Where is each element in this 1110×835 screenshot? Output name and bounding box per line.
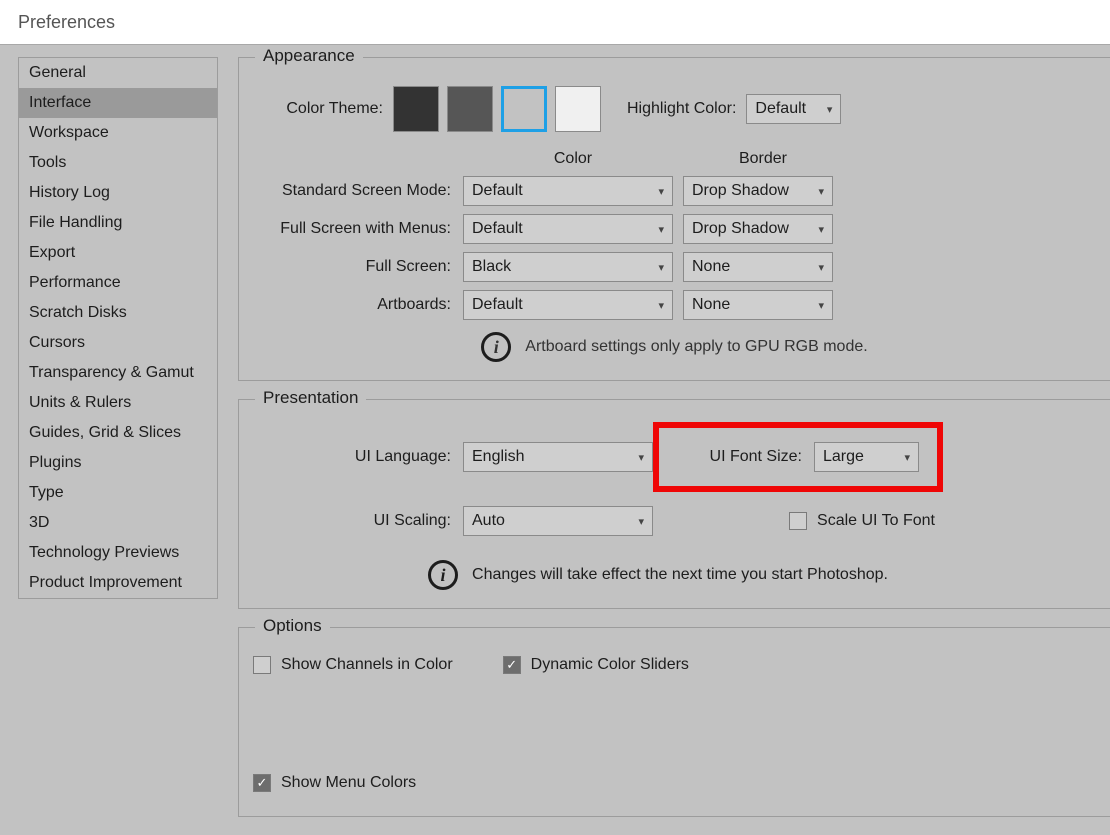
- sidebar-item-file-handling[interactable]: File Handling: [19, 208, 217, 238]
- artboards-label: Artboards:: [253, 296, 463, 314]
- fullscreen-border-value: None: [692, 258, 730, 276]
- presentation-legend: Presentation: [255, 388, 366, 408]
- sidebar-item-export[interactable]: Export: [19, 238, 217, 268]
- sidebar-item-tools[interactable]: Tools: [19, 148, 217, 178]
- show-channels-in-color-label: Show Channels in Color: [281, 656, 453, 674]
- prefs-sidebar: General Interface Workspace Tools Histor…: [18, 57, 218, 599]
- highlight-color-value: Default: [755, 100, 806, 118]
- chevron-down-icon: ▾: [658, 261, 664, 274]
- info-icon: i: [481, 332, 511, 362]
- chevron-down-icon: ▾: [658, 185, 664, 198]
- ui-font-size-select[interactable]: Large ▾: [814, 442, 919, 472]
- ui-scaling-select[interactable]: Auto ▾: [463, 506, 653, 536]
- sidebar-item-interface[interactable]: Interface: [19, 88, 217, 118]
- ui-font-size-highlight: UI Font Size: Large ▾: [653, 422, 943, 492]
- appearance-group: Appearance Color Theme: Highlight Color:…: [238, 57, 1110, 381]
- sidebar-item-units-rulers[interactable]: Units & Rulers: [19, 388, 217, 418]
- appearance-info-text: Artboard settings only apply to GPU RGB …: [525, 338, 867, 356]
- fullscreen-color-select[interactable]: Black ▾: [463, 252, 673, 282]
- presentation-info-text: Changes will take effect the next time y…: [472, 566, 888, 584]
- standard-screen-mode-color-select[interactable]: Default ▾: [463, 176, 673, 206]
- sidebar-item-technology-previews[interactable]: Technology Previews: [19, 538, 217, 568]
- sidebar-item-workspace[interactable]: Workspace: [19, 118, 217, 148]
- artboards-color-value: Default: [472, 296, 523, 314]
- ui-language-label: UI Language:: [253, 448, 463, 466]
- standard-screen-mode-border-value: Drop Shadow: [692, 182, 789, 200]
- dynamic-color-sliders-label: Dynamic Color Sliders: [531, 656, 689, 674]
- highlight-color-select[interactable]: Default ▾: [746, 94, 841, 124]
- ui-language-select[interactable]: English ▾: [463, 442, 653, 472]
- presentation-group: Presentation UI Language: English▾ UI Fo…: [238, 399, 1110, 609]
- scale-ui-to-font-label: Scale UI To Font: [817, 512, 935, 530]
- sidebar-item-plugins[interactable]: Plugins: [19, 448, 217, 478]
- chevron-down-icon: ▾: [818, 261, 824, 274]
- show-menu-colors-label: Show Menu Colors: [281, 774, 416, 792]
- dynamic-color-sliders-checkbox[interactable]: ✓: [503, 656, 521, 674]
- sidebar-item-scratch-disks[interactable]: Scratch Disks: [19, 298, 217, 328]
- chevron-down-icon: ▾: [818, 185, 824, 198]
- sidebar-item-product-improvement[interactable]: Product Improvement: [19, 568, 217, 598]
- fullscreen-color-value: Black: [472, 258, 511, 276]
- show-menu-colors-checkbox[interactable]: ✓: [253, 774, 271, 792]
- options-legend: Options: [255, 616, 330, 636]
- color-theme-swatch-light[interactable]: [555, 86, 601, 132]
- fullscreen-menus-border-value: Drop Shadow: [692, 220, 789, 238]
- info-icon: i: [428, 560, 458, 590]
- fullscreen-menus-color-value: Default: [472, 220, 523, 238]
- window-title: Preferences: [0, 0, 1110, 45]
- ui-font-size-value: Large: [823, 448, 864, 466]
- artboards-border-value: None: [692, 296, 730, 314]
- artboards-border-select[interactable]: None ▾: [683, 290, 833, 320]
- fullscreen-menus-border-select[interactable]: Drop Shadow ▾: [683, 214, 833, 244]
- modes-header-color: Color: [463, 150, 683, 168]
- chevron-down-icon: ▾: [818, 223, 824, 236]
- standard-screen-mode-label: Standard Screen Mode:: [253, 182, 463, 200]
- ui-font-size-label: UI Font Size:: [710, 448, 802, 466]
- standard-screen-mode-border-select[interactable]: Drop Shadow ▾: [683, 176, 833, 206]
- color-theme-label: Color Theme:: [253, 100, 393, 118]
- fullscreen-label: Full Screen:: [253, 258, 463, 276]
- chevron-down-icon: ▾: [638, 451, 644, 464]
- show-channels-in-color-checkbox[interactable]: [253, 656, 271, 674]
- sidebar-item-history-log[interactable]: History Log: [19, 178, 217, 208]
- color-theme-swatch-dark[interactable]: [393, 86, 439, 132]
- sidebar-item-general[interactable]: General: [19, 58, 217, 88]
- ui-scaling-label: UI Scaling:: [253, 512, 463, 530]
- fullscreen-menus-color-select[interactable]: Default ▾: [463, 214, 673, 244]
- sidebar-item-cursors[interactable]: Cursors: [19, 328, 217, 358]
- sidebar-item-type[interactable]: Type: [19, 478, 217, 508]
- sidebar-item-transparency-gamut[interactable]: Transparency & Gamut: [19, 358, 217, 388]
- ui-language-value: English: [472, 448, 524, 466]
- chevron-down-icon: ▾: [904, 451, 910, 464]
- color-theme-swatch-medium-light[interactable]: [501, 86, 547, 132]
- modes-header-border: Border: [683, 150, 843, 168]
- sidebar-item-performance[interactable]: Performance: [19, 268, 217, 298]
- chevron-down-icon: ▾: [658, 299, 664, 312]
- fullscreen-menus-label: Full Screen with Menus:: [253, 220, 463, 238]
- highlight-color-label: Highlight Color:: [627, 100, 736, 118]
- scale-ui-to-font-checkbox[interactable]: [789, 512, 807, 530]
- sidebar-item-3d[interactable]: 3D: [19, 508, 217, 538]
- chevron-down-icon: ▾: [827, 103, 833, 116]
- color-theme-swatch-medium-dark[interactable]: [447, 86, 493, 132]
- sidebar-item-guides-grid-slices[interactable]: Guides, Grid & Slices: [19, 418, 217, 448]
- standard-screen-mode-color-value: Default: [472, 182, 523, 200]
- ui-scaling-value: Auto: [472, 512, 505, 530]
- chevron-down-icon: ▾: [658, 223, 664, 236]
- chevron-down-icon: ▾: [818, 299, 824, 312]
- fullscreen-border-select[interactable]: None ▾: [683, 252, 833, 282]
- artboards-color-select[interactable]: Default ▾: [463, 290, 673, 320]
- appearance-legend: Appearance: [255, 46, 363, 66]
- chevron-down-icon: ▾: [638, 515, 644, 528]
- options-group: Options Show Channels in Color ✓ Dynamic…: [238, 627, 1110, 817]
